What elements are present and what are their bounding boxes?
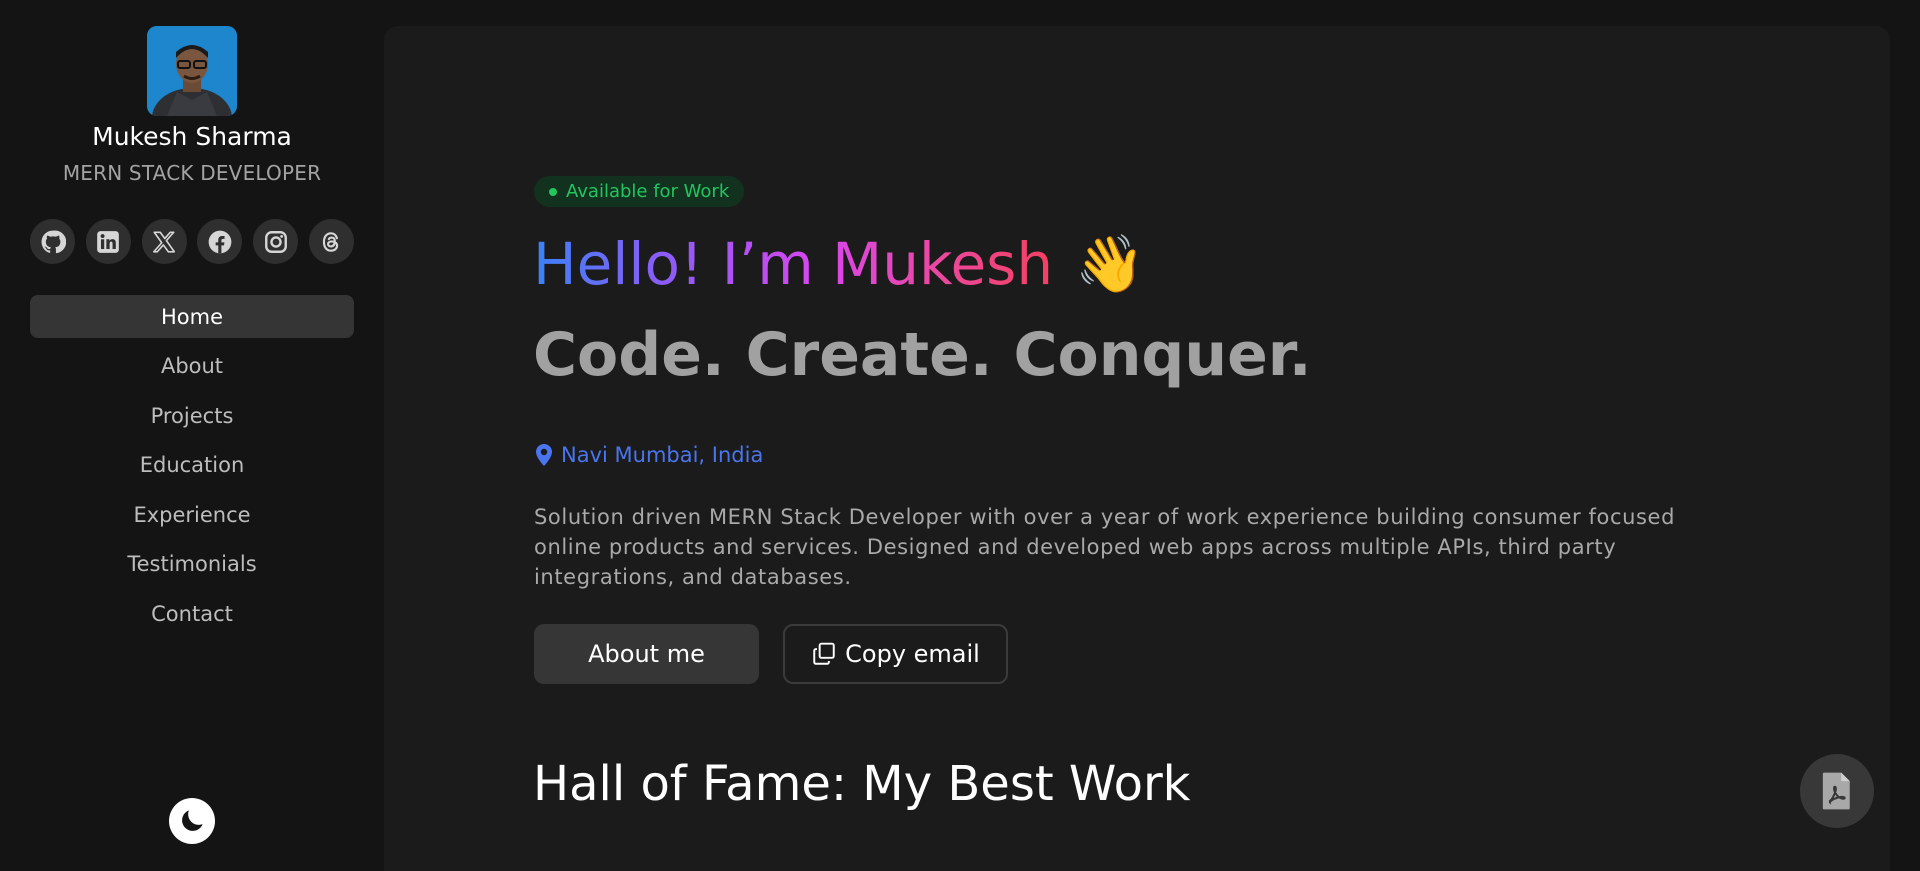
threads-link[interactable] <box>308 219 354 264</box>
main-panel: Available for Work Hello! I’m Mukesh 👋 C… <box>384 26 1890 871</box>
nav-item-projects[interactable]: Projects <box>30 394 354 437</box>
copy-icon <box>813 642 835 665</box>
nav-item-education[interactable]: Education <box>30 444 354 487</box>
map-pin-icon <box>536 444 552 466</box>
x-icon <box>153 230 176 253</box>
copy-email-label: Copy email <box>845 640 980 668</box>
nav-item-testimonials[interactable]: Testimonials <box>30 543 354 586</box>
hero-tagline: Code. Create. Conquer. <box>533 320 1312 390</box>
profile-photo-icon <box>147 26 237 116</box>
instagram-icon <box>264 230 287 253</box>
nav-item-experience[interactable]: Experience <box>30 493 354 536</box>
profile-role: MERN STACK DEVELOPER <box>62 161 322 185</box>
avatar <box>147 26 237 116</box>
social-links <box>30 219 354 265</box>
location-text: Navi Mumbai, India <box>561 443 764 467</box>
about-me-button[interactable]: About me <box>534 624 759 684</box>
section-title: Hall of Fame: My Best Work <box>533 756 1191 812</box>
pdf-file-icon <box>1822 772 1850 810</box>
instagram-link[interactable] <box>253 219 299 264</box>
greeting-text: Hello! I’m Mukesh <box>533 230 1054 298</box>
facebook-link[interactable] <box>197 219 243 264</box>
linkedin-icon <box>97 230 120 253</box>
linkedin-link[interactable] <box>85 219 131 264</box>
availability-badge: Available for Work <box>534 176 745 207</box>
waving-hand-icon: 👋 <box>1075 231 1145 297</box>
x-link[interactable] <box>141 219 187 264</box>
github-link[interactable] <box>30 219 75 264</box>
theme-toggle-button[interactable] <box>169 798 215 844</box>
facebook-icon <box>208 230 232 253</box>
hero-greeting: Hello! I’m Mukesh 👋 <box>533 230 1145 300</box>
sidebar-nav: Home About Projects Education Experience… <box>30 295 354 642</box>
nav-item-contact[interactable]: Contact <box>30 592 354 635</box>
resume-pdf-button[interactable] <box>1800 754 1874 828</box>
moon-icon <box>182 810 203 831</box>
nav-item-about[interactable]: About <box>30 345 354 388</box>
location: Navi Mumbai, India <box>535 443 763 467</box>
copy-email-button[interactable]: Copy email <box>783 624 1008 684</box>
profile-name: Mukesh Sharma <box>92 122 292 151</box>
availability-label: Available for Work <box>566 181 730 202</box>
status-dot-icon <box>549 187 557 196</box>
sidebar: Mukesh Sharma MERN STACK DEVELOPER Home … <box>0 0 384 871</box>
nav-item-home[interactable]: Home <box>30 295 354 338</box>
github-icon <box>41 230 66 253</box>
threads-icon <box>323 231 339 252</box>
bio-text: Solution driven MERN Stack Developer wit… <box>534 505 1676 589</box>
